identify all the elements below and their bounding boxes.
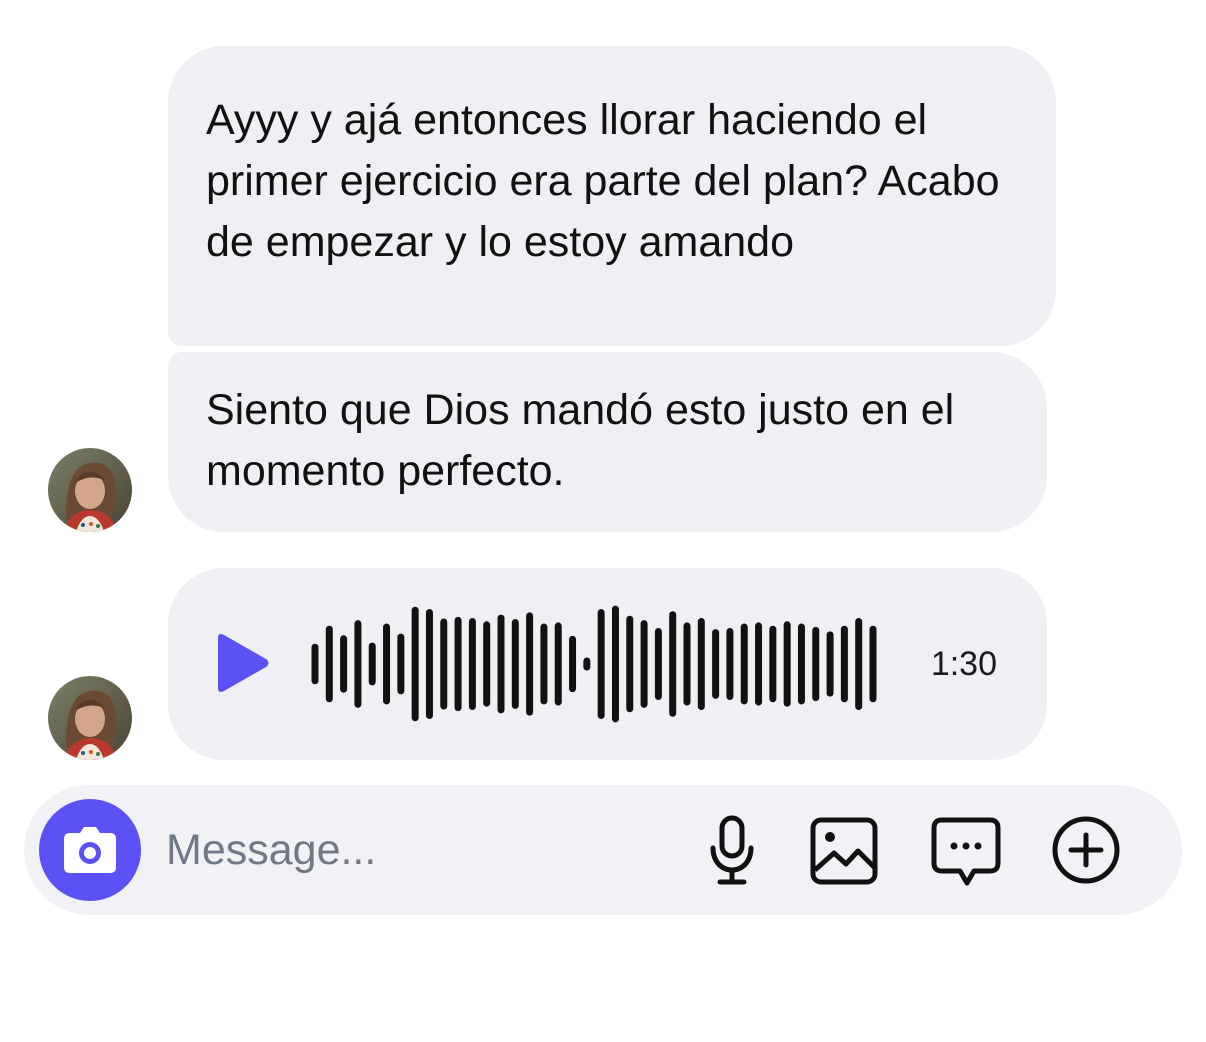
message-composer	[24, 785, 1182, 915]
chat-bubble-icon[interactable]	[927, 811, 1005, 889]
image-icon[interactable]	[807, 811, 885, 889]
message-bubble: Siento que Dios mandó esto justo en el m…	[168, 352, 1047, 532]
message-text: Siento que Dios mandó esto justo en el m…	[206, 386, 955, 495]
plus-circle-icon[interactable]	[1047, 811, 1125, 889]
message-input[interactable]	[166, 817, 666, 883]
play-icon	[218, 634, 269, 692]
avatar[interactable]	[48, 448, 132, 532]
message-text: Ayyy y ajá entonces llorar haciendo el p…	[206, 96, 1000, 266]
microphone-icon[interactable]	[693, 811, 771, 889]
play-button[interactable]	[208, 630, 274, 696]
avatar-image	[48, 676, 132, 760]
camera-icon	[64, 827, 116, 873]
avatar[interactable]	[48, 676, 132, 760]
avatar-image	[48, 448, 132, 532]
voice-message-bubble[interactable]: 1:30	[168, 568, 1047, 760]
voice-duration: 1:30	[930, 645, 997, 683]
camera-button[interactable]	[39, 799, 141, 901]
message-bubble: Ayyy y ajá entonces llorar haciendo el p…	[168, 46, 1056, 346]
audio-waveform[interactable]	[308, 568, 888, 760]
